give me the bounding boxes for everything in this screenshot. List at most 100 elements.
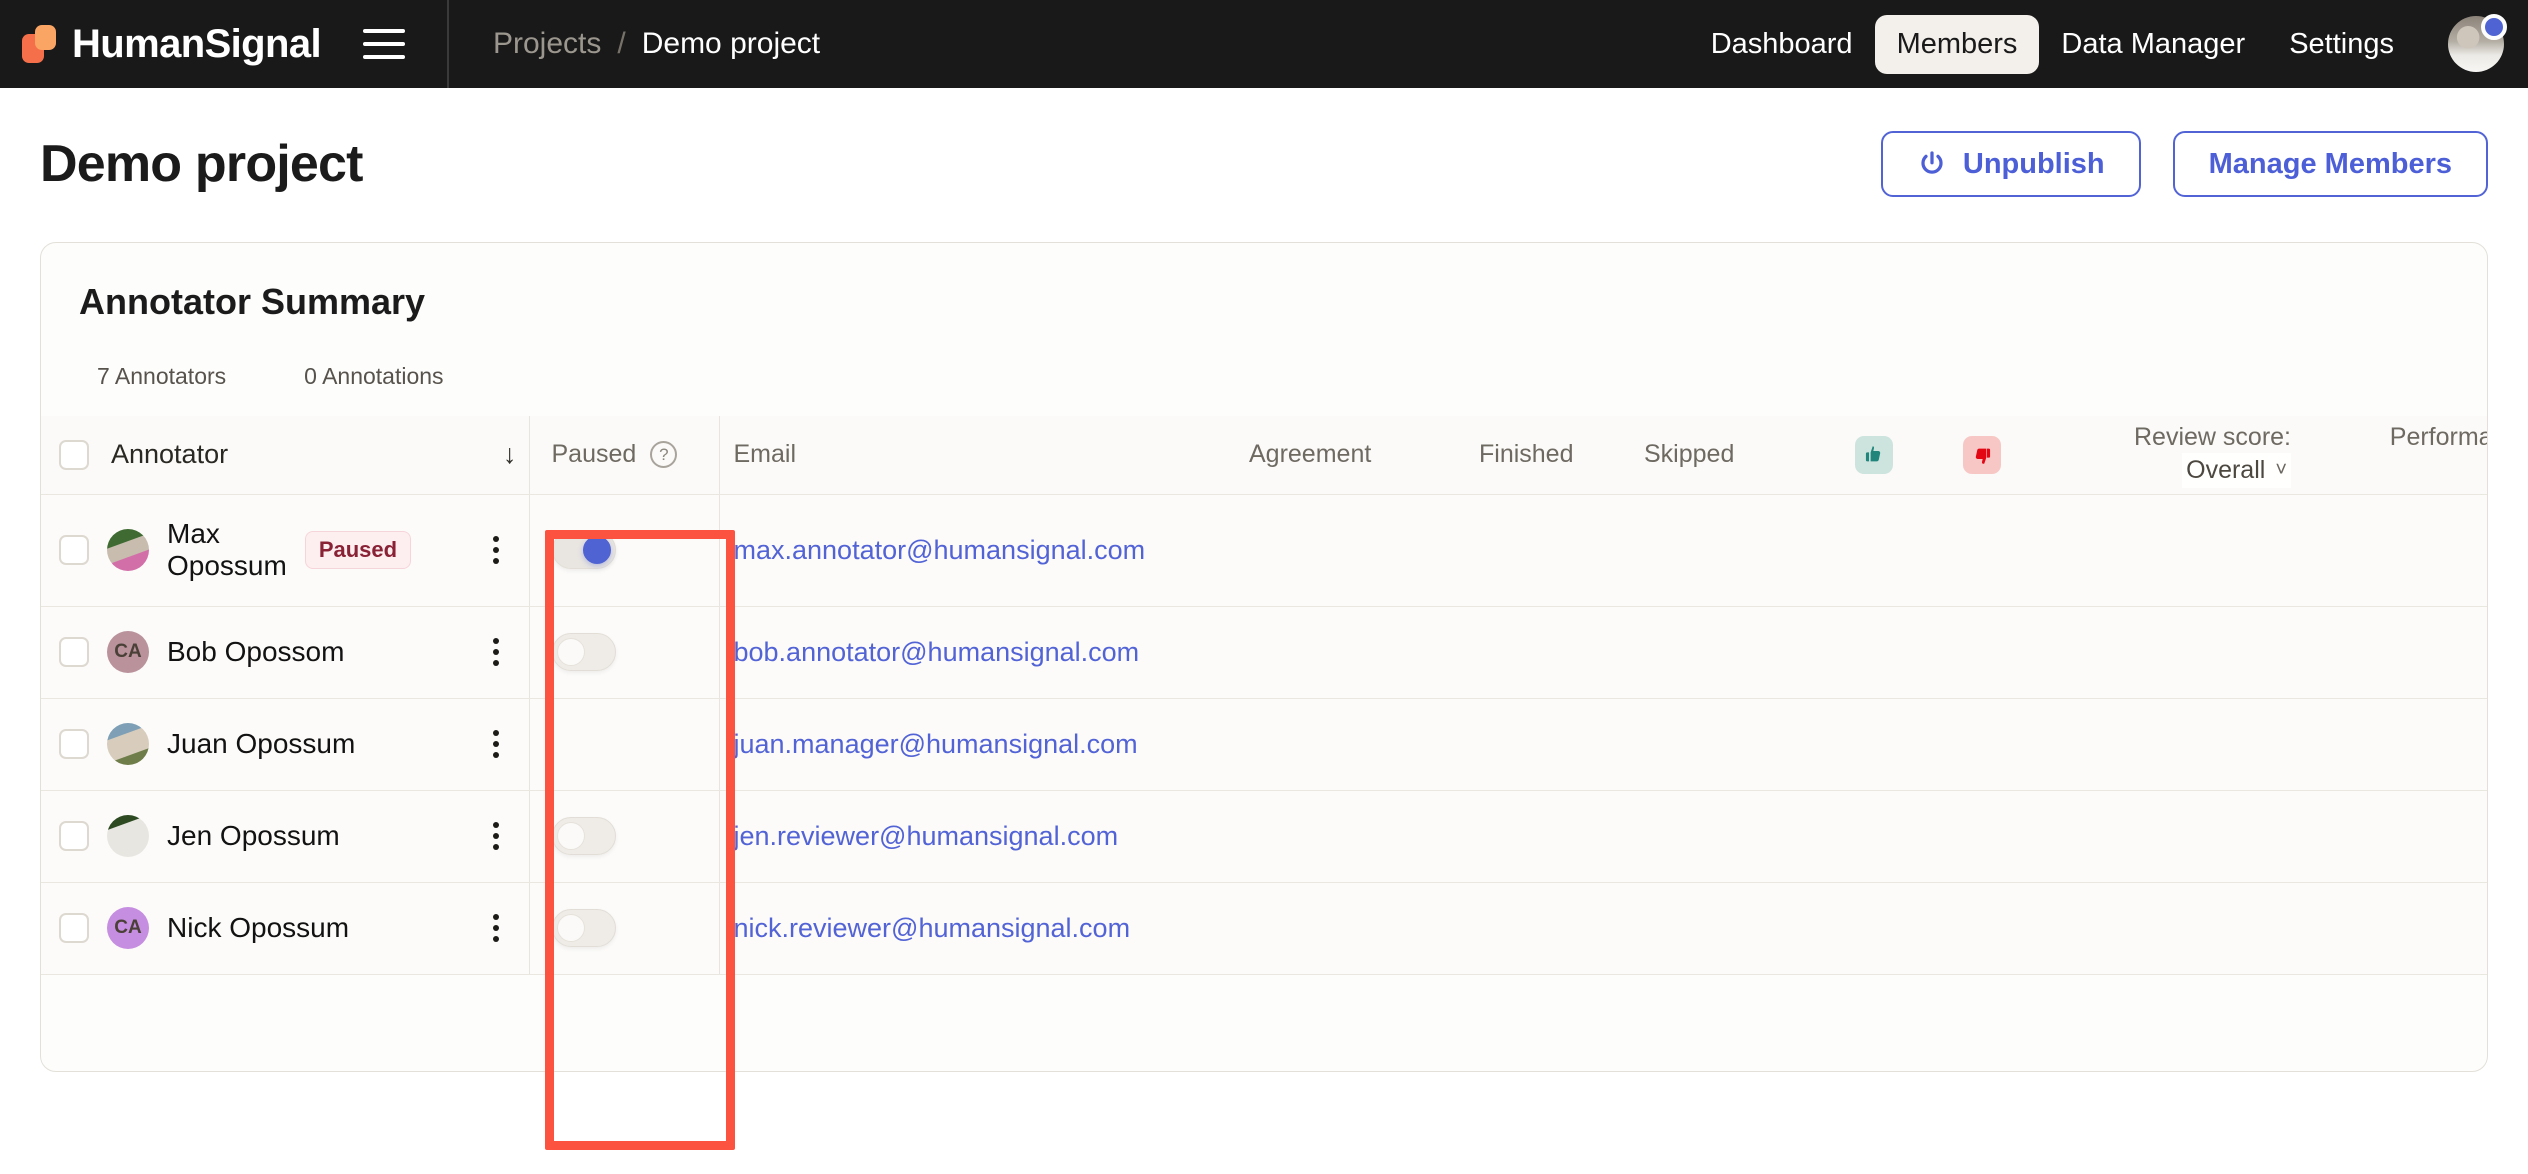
nav-divider: [447, 0, 449, 88]
avatar-status-badge: [2481, 14, 2507, 40]
cell-paused: [529, 790, 720, 883]
row-menu-icon[interactable]: [492, 638, 515, 666]
row-menu-icon[interactable]: [492, 822, 515, 850]
table-body: Max Opossum Paused max.annotator@humansi…: [41, 494, 2487, 975]
column-email[interactable]: Email: [719, 416, 1249, 495]
table-header-row: Annotator ↓ Paused ? Email Agreement Fin…: [41, 416, 2487, 495]
avatar: [107, 723, 149, 765]
table-row[interactable]: Max Opossum Paused max.annotator@humansi…: [41, 494, 2487, 607]
stat-annotators: 7 Annotators: [97, 363, 227, 389]
row-checkbox[interactable]: [59, 535, 89, 565]
column-finished[interactable]: Finished: [1479, 416, 1644, 495]
select-all-checkbox[interactable]: [59, 439, 89, 470]
row-checkbox[interactable]: [59, 913, 89, 943]
cell-email: juan.manager@humansignal.com: [719, 698, 2487, 791]
manage-members-label: Manage Members: [2208, 147, 2452, 180]
column-finished-label: Finished: [1479, 440, 1574, 469]
page-title: Demo project: [40, 135, 363, 193]
chevron-down-icon: ˅: [2275, 458, 2287, 481]
review-score-label: Review score:: [2134, 422, 2291, 451]
sort-descending-icon[interactable]: ↓: [503, 439, 517, 470]
status-badge: Paused: [304, 531, 412, 569]
annotator-name: Juan Opossum: [167, 727, 356, 759]
card-title: Annotator Summary: [79, 281, 426, 322]
avatar: CA: [107, 631, 149, 673]
performance-label: Performanc: [2389, 422, 2487, 451]
breadcrumb-separator: /: [617, 27, 626, 60]
thumbs-down-icon: [1962, 435, 2001, 474]
humansignal-logo-icon: [22, 25, 60, 63]
row-menu-icon[interactable]: [492, 914, 515, 942]
cell-annotator: Max Opossum Paused: [41, 494, 530, 607]
table-row[interactable]: CA Nick Opossum nick.reviewer@humansigna…: [41, 882, 2487, 975]
column-annotator-label: Annotator: [111, 439, 229, 470]
nav-item-members[interactable]: Members: [1874, 14, 2040, 74]
page-header: Demo project Unpublish Manage Members: [40, 88, 2488, 210]
email-link[interactable]: nick.reviewer@humansignal.com: [720, 913, 1131, 943]
email-link[interactable]: jen.reviewer@humansignal.com: [720, 821, 1119, 851]
brand-name: HumanSignal: [72, 21, 322, 66]
annotator-table: Annotator ↓ Paused ? Email Agreement Fin…: [41, 416, 2487, 975]
annotator-name: Max Opossum: [167, 517, 287, 581]
row-checkbox[interactable]: [59, 729, 89, 759]
annotator-name: Bob Opossom: [167, 635, 345, 667]
table-row[interactable]: CA Bob Opossom bob.annotator@humansignal…: [41, 606, 2487, 699]
page-action-buttons: Unpublish Manage Members: [1880, 131, 2488, 197]
column-agreement-label: Agreement: [1249, 440, 1372, 469]
hamburger-icon[interactable]: [363, 24, 409, 64]
breadcrumb-current-project: Demo project: [641, 27, 821, 60]
cell-paused: [529, 698, 720, 791]
cell-email: jen.reviewer@humansignal.com: [719, 790, 2487, 883]
stat-annotations: 0 Annotations: [304, 363, 444, 389]
email-link[interactable]: bob.annotator@humansignal.com: [720, 637, 1140, 667]
column-annotator[interactable]: Annotator ↓: [41, 416, 530, 495]
review-score-select[interactable]: Overall ˅: [2182, 452, 2291, 488]
summary-stats: 7 Annotators 0 Annotations: [41, 323, 2487, 390]
column-paused[interactable]: Paused ?: [529, 416, 720, 495]
paused-toggle[interactable]: [551, 633, 616, 671]
thumbs-up-icon: [1855, 435, 1893, 474]
column-review-score[interactable]: Review score: Overall ˅: [2027, 416, 2309, 495]
column-performance[interactable]: Performanc O: [2309, 416, 2487, 495]
cell-annotator: CA Bob Opossom: [41, 606, 530, 699]
row-checkbox[interactable]: [59, 821, 89, 851]
cell-annotator: CA Nick Opossum: [41, 882, 530, 975]
cell-email: nick.reviewer@humansignal.com: [719, 882, 2487, 975]
row-menu-icon[interactable]: [492, 730, 515, 758]
question-mark-icon[interactable]: ?: [650, 441, 678, 469]
cell-email: bob.annotator@humansignal.com: [719, 606, 2487, 699]
table-row[interactable]: Juan Opossum juan.manager@humansignal.co…: [41, 698, 2487, 791]
row-checkbox[interactable]: [59, 637, 89, 667]
annotator-name: Jen Opossum: [167, 819, 340, 851]
manage-members-button[interactable]: Manage Members: [2172, 131, 2488, 197]
unpublish-label: Unpublish: [1962, 147, 2105, 180]
annotator-name: Nick Opossum: [167, 911, 350, 943]
column-email-label: Email: [733, 440, 797, 469]
row-menu-icon[interactable]: [492, 536, 515, 564]
email-link[interactable]: juan.manager@humansignal.com: [720, 729, 1138, 759]
top-navigation-bar: HumanSignal Projects / Demo project Dash…: [0, 0, 2528, 88]
nav-item-settings[interactable]: Settings: [2267, 15, 2416, 74]
paused-toggle[interactable]: [551, 909, 616, 947]
review-score-value: Overall: [2186, 455, 2266, 484]
brand-logo[interactable]: HumanSignal: [0, 0, 322, 88]
paused-toggle[interactable]: [551, 531, 616, 569]
column-thumbs-up[interactable]: [1812, 416, 1922, 495]
breadcrumb-projects-link[interactable]: Projects: [493, 27, 601, 61]
column-thumbs-down[interactable]: [1922, 416, 2027, 495]
column-agreement[interactable]: Agreement: [1249, 416, 1479, 495]
column-skipped[interactable]: Skipped: [1644, 416, 1812, 495]
paused-toggle[interactable]: [551, 817, 616, 855]
avatar: [107, 529, 149, 571]
unpublish-button[interactable]: Unpublish: [1880, 131, 2141, 197]
cell-email: max.annotator@humansignal.com: [719, 494, 2487, 607]
cell-paused: [529, 606, 720, 699]
avatar: [107, 815, 149, 857]
email-link[interactable]: max.annotator@humansignal.com: [720, 535, 1146, 565]
avatar: CA: [107, 907, 149, 949]
avatar[interactable]: [2448, 14, 2507, 72]
nav-item-data-manager[interactable]: Data Manager: [2039, 15, 2267, 74]
nav-item-dashboard[interactable]: Dashboard: [1689, 15, 1875, 74]
cell-annotator: Jen Opossum: [41, 790, 530, 883]
table-row[interactable]: Jen Opossum jen.reviewer@humansignal.com: [41, 790, 2487, 883]
